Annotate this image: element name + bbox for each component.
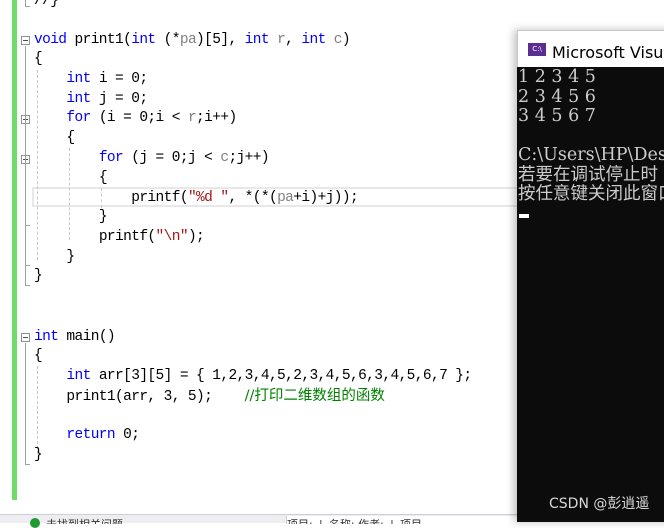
watermark: CSDN @彭逍遥 xyxy=(549,496,650,512)
console-output-line: 若要在调试停止时 xyxy=(518,164,658,185)
console-app-icon: C:\ xyxy=(528,43,546,56)
code-line: printf("%d ", *(*(pa+i)+j)); xyxy=(131,190,359,206)
code-line: } xyxy=(66,249,75,265)
code-line: int i = 0; xyxy=(66,71,148,87)
code-line: printf("\n"); xyxy=(98,229,205,245)
code-line: print1(arr, 3, 5); //打印二维数组的函数 xyxy=(66,388,385,405)
console-title: Microsoft Visual Studio 调试控制台 xyxy=(552,43,664,62)
fold-region-line xyxy=(25,343,26,464)
fold-toggle-print1[interactable] xyxy=(21,36,30,45)
code-line: } xyxy=(34,447,43,463)
code-line: { xyxy=(34,348,43,364)
console-title-bar[interactable]: C:\ Microsoft Visual Studio 调试控制台 xyxy=(517,30,664,67)
fold-region-end xyxy=(25,6,30,7)
fold-region-line xyxy=(25,46,26,285)
code-line: } xyxy=(34,268,43,284)
debug-console-window[interactable]: C:\ Microsoft Visual Studio 调试控制台 1 2 3 … xyxy=(517,30,664,522)
issues-status[interactable]: 未找到相关问题 xyxy=(46,516,290,524)
code-line: for (j = 0;j < c;j++) xyxy=(98,150,270,166)
fold-toggle-main[interactable] xyxy=(21,333,30,342)
code-line: { xyxy=(98,170,108,186)
fold-region-end xyxy=(25,225,30,226)
fold-region-end xyxy=(25,285,30,286)
console-output-line: C:\Users\HP\Desktop xyxy=(518,145,664,165)
code-line: { xyxy=(34,51,43,67)
code-line: //} xyxy=(34,0,59,9)
code-line: return 0; xyxy=(66,427,140,443)
code-line: int main() xyxy=(34,329,116,345)
code-line: int j = 0; xyxy=(66,91,148,107)
code-line: } xyxy=(98,209,108,225)
console-output: 1 2 3 4 52 3 4 5 63 4 5 6 7 C:\Users\HP\… xyxy=(518,67,664,205)
code-line: int arr[3][5] = { 1,2,3,4,5,2,3,4,5,6,3,… xyxy=(66,368,472,384)
console-output-line: 1 2 3 4 5 xyxy=(518,67,596,87)
code-line: void print1(int (*pa)[5], int r, int c) xyxy=(34,32,351,48)
code-line: { xyxy=(66,130,75,146)
code-comment: //打印二维数组的函数 xyxy=(244,388,385,404)
no-issues-icon xyxy=(30,518,40,528)
bottom-tab[interactable]: 项目: ↓ 名称: 作者: ↓ 项目 xyxy=(286,516,518,524)
fold-region-end xyxy=(25,265,30,266)
change-indicator-bar xyxy=(12,0,17,500)
console-cursor xyxy=(519,214,529,218)
console-output-line: 3 4 5 6 7 xyxy=(518,106,596,126)
console-output-line: 2 3 4 5 6 xyxy=(518,86,596,107)
fold-region-end xyxy=(25,464,30,465)
code-line: for (i = 0;i < r;i++) xyxy=(66,110,237,126)
console-output-line: 按任意键关闭此窗口 xyxy=(518,184,664,204)
